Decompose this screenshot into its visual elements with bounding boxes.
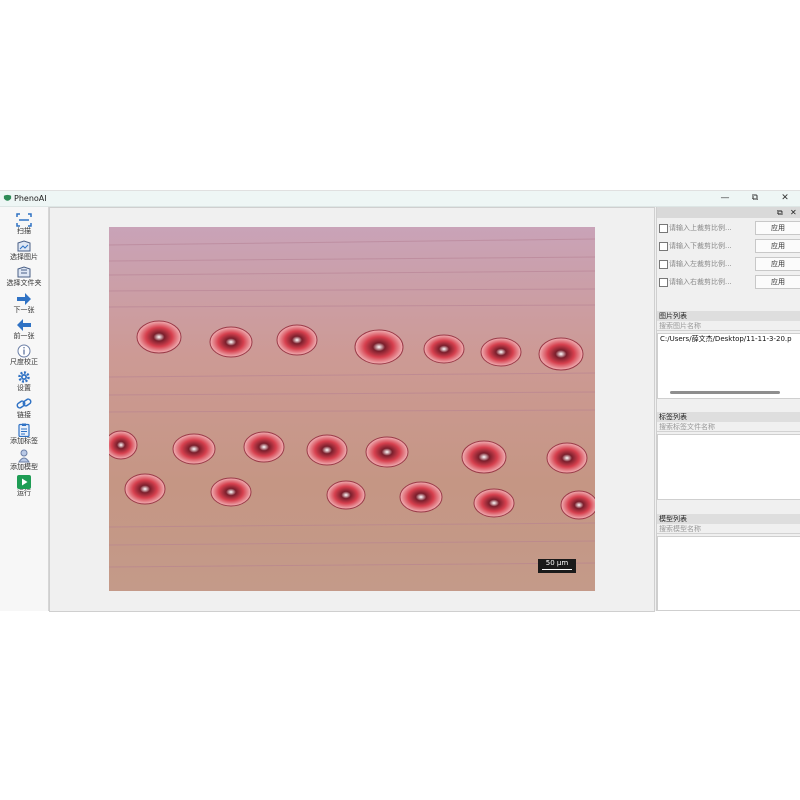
app-logo-icon — [3, 194, 12, 201]
close-button[interactable]: ✕ — [770, 191, 800, 206]
crop-row-left: 请输入左裁剪比例... 应用 — [657, 256, 800, 272]
model-icon — [18, 449, 30, 463]
arrow-right-icon — [17, 293, 31, 305]
label-list-title: 标签列表 — [657, 412, 800, 422]
select-image-button[interactable]: 选择图片 — [0, 239, 48, 265]
scan-icon — [16, 213, 32, 227]
dock-close-icon[interactable]: ✕ — [790, 207, 797, 218]
crop-bottom-checkbox[interactable] — [659, 242, 668, 251]
model-list — [657, 536, 800, 611]
crop-row-right: 请输入右裁剪比例... 应用 — [657, 274, 800, 290]
scale-calibration-button[interactable]: 尺度校正 — [0, 344, 48, 370]
title-bar: PhenoAI — ⧉ ✕ — [0, 191, 800, 207]
select-folder-button[interactable]: 选择文件夹 — [0, 265, 48, 291]
info-icon — [17, 344, 31, 358]
add-label-button[interactable]: 添加标签 — [0, 423, 48, 449]
crop-row-bottom: 请输入下裁剪比例... 应用 — [657, 238, 800, 254]
previous-button[interactable]: 前一张 — [0, 318, 48, 344]
scale-bar-line — [542, 569, 572, 570]
link-icon — [16, 398, 32, 409]
crop-left-apply-button[interactable]: 应用 — [755, 257, 800, 271]
crop-left-checkbox[interactable] — [659, 260, 668, 269]
folder-icon — [17, 266, 31, 278]
dock-header: ⧉ ✕ — [657, 207, 800, 218]
crop-right-apply-button[interactable]: 应用 — [755, 275, 800, 289]
scale-calibration-label: 尺度校正 — [10, 358, 38, 366]
crop-row-top: 请输入上裁剪比例... 应用 — [657, 220, 800, 236]
scan-label: 扫描 — [17, 227, 31, 235]
run-label: 运行 — [17, 489, 31, 497]
image-list-scrollbar[interactable] — [670, 391, 780, 394]
model-search-input[interactable]: 搜索模型名称 — [657, 524, 800, 534]
add-model-label: 添加模型 — [10, 463, 38, 471]
right-panel: ⧉ ✕ 请输入上裁剪比例... 应用 请输入下裁剪比例... 应用 请输入左裁剪… — [656, 207, 800, 611]
scale-bar: 50 µm — [538, 559, 576, 573]
app-title: PhenoAI — [14, 194, 47, 203]
run-button[interactable]: 运行 — [0, 475, 48, 501]
crop-top-checkbox[interactable] — [659, 224, 668, 233]
crop-top-input[interactable]: 请输入上裁剪比例... — [669, 222, 754, 234]
link-label: 链接 — [17, 411, 31, 419]
scan-button[interactable]: 扫描 — [0, 213, 48, 239]
add-model-button[interactable]: 添加模型 — [0, 449, 48, 475]
gear-icon — [18, 371, 30, 383]
select-image-label: 选择图片 — [10, 253, 38, 261]
previous-label: 前一张 — [13, 332, 35, 340]
image-list-item[interactable]: C:/Users/薛文杰/Desktop/11-11-3-20.p — [658, 334, 800, 345]
crop-right-input[interactable]: 请输入右裁剪比例... — [669, 276, 754, 288]
image-search-input[interactable]: 搜索图片名称 — [657, 321, 800, 331]
arrow-left-icon — [17, 319, 31, 331]
image-folder-icon — [17, 240, 31, 252]
next-label: 下一张 — [13, 306, 35, 314]
minimize-button[interactable]: — — [710, 191, 740, 206]
label-search-input[interactable]: 搜索标签文件名称 — [657, 422, 800, 432]
settings-label: 设置 — [17, 384, 31, 392]
clipboard-icon — [18, 423, 30, 437]
crop-bottom-apply-button[interactable]: 应用 — [755, 239, 800, 253]
crop-bottom-input[interactable]: 请输入下裁剪比例... — [669, 240, 754, 252]
next-button[interactable]: 下一张 — [0, 292, 48, 318]
select-folder-label: 选择文件夹 — [6, 279, 42, 287]
microscope-image[interactable]: 50 µm — [109, 227, 595, 591]
settings-button[interactable]: 设置 — [0, 370, 48, 396]
crop-left-input[interactable]: 请输入左裁剪比例... — [669, 258, 754, 270]
stomata-micrograph — [109, 227, 595, 591]
play-icon — [17, 475, 31, 489]
link-button[interactable]: 链接 — [0, 397, 48, 423]
model-list-title: 模型列表 — [657, 514, 800, 524]
dock-restore-icon[interactable]: ⧉ — [777, 207, 783, 218]
crop-right-checkbox[interactable] — [659, 278, 668, 287]
restore-button[interactable]: ⧉ — [740, 191, 770, 206]
scale-bar-label: 50 µm — [545, 559, 569, 567]
add-label-label: 添加标签 — [10, 437, 38, 445]
image-list-title: 图片列表 — [657, 311, 800, 321]
crop-top-apply-button[interactable]: 应用 — [755, 221, 800, 235]
left-toolbar: 扫描 选择图片 选择文件夹 下一张 前一张 尺度校正 设置 链接 添加标签 添加… — [0, 207, 49, 611]
image-viewer: 50 µm — [49, 207, 655, 612]
app-window: PhenoAI — ⧉ ✕ 扫描 选择图片 选择文件夹 下一张 前一张 尺度校正… — [0, 190, 800, 612]
label-list — [657, 434, 800, 500]
image-list: C:/Users/薛文杰/Desktop/11-11-3-20.p — [657, 333, 800, 399]
